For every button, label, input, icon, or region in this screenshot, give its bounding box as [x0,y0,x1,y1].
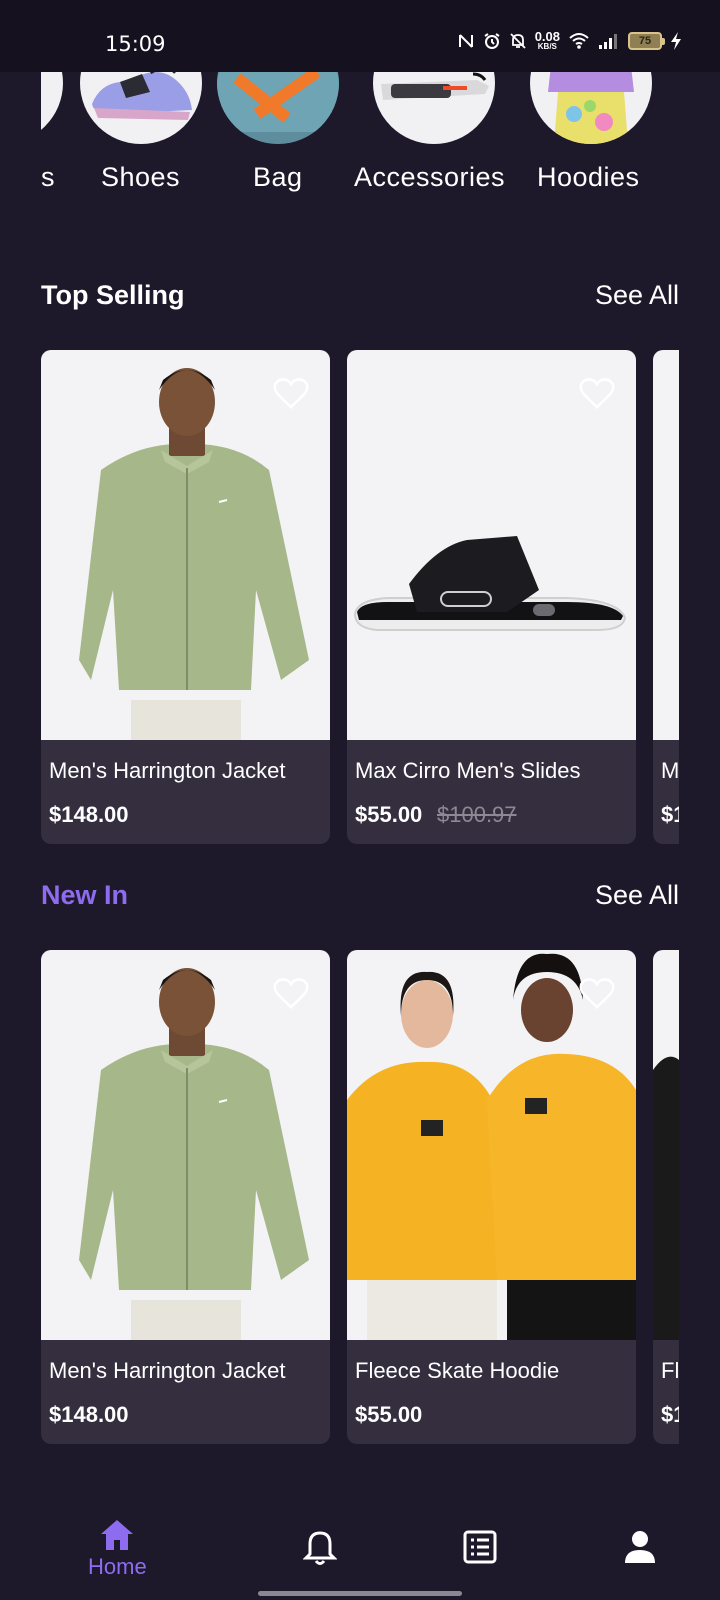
category-label: Shoes [101,162,181,192]
bell-icon [303,1531,337,1565]
product-card[interactable]: M $1 [653,350,679,844]
category-label: Accessories [354,162,506,192]
sunglasses-image [373,72,495,144]
network-speed: 0.08 KB/S [535,30,560,51]
top-selling-carousel[interactable]: Men's Harrington Jacket $148.00 Max Cirr… [41,350,679,845]
alarm-icon [484,32,500,49]
category-carousel[interactable]: s Shoes Bag Accessories Hoodies [41,72,720,212]
home-indicator[interactable] [258,1591,462,1596]
partial-category-image [41,72,63,144]
product-card[interactable]: Max Cirro Men's Slides $55.00 $100.97 [347,350,636,844]
product-image [653,950,679,1340]
category-label: Bag [253,162,303,192]
heart-icon[interactable] [272,374,310,412]
home-icon [101,1520,134,1550]
nfc-icon [458,33,473,48]
new-in-title: New In [41,880,129,910]
nav-notifications[interactable] [303,1530,337,1566]
product-name: Fl [661,1358,679,1383]
status-icons: 0.08 KB/S 75 [457,30,682,51]
new-in-see-all-button[interactable]: See All [595,880,679,911]
product-card[interactable]: Men's Harrington Jacket $148.00 [41,950,330,1444]
product-card[interactable]: Fl $1 [653,950,679,1444]
product-price: $1 [661,802,679,827]
status-bar: 15:09 0.08 KB/S 75 [0,0,720,72]
product-image [347,350,636,740]
product-name: M [661,758,679,783]
charging-icon [671,31,681,50]
heart-icon[interactable] [272,974,310,1012]
product-original-price: $100.97 [437,802,517,827]
product-price: $55.00 [355,1402,423,1427]
new-in-carousel[interactable]: Men's Harrington Jacket $148.00 Fleece S… [41,950,679,1445]
bottom-navigation: Home [0,1500,720,1600]
nav-home[interactable]: Home [88,1518,147,1580]
product-image [41,950,330,1340]
product-card[interactable]: Fleece Skate Hoodie $55.00 [347,950,636,1444]
product-name: Fleece Skate Hoodie [355,1358,560,1383]
product-price: $148.00 [49,1402,129,1427]
battery-level: 75 [638,34,652,47]
product-name: Men's Harrington Jacket [49,1358,286,1383]
wifi-icon [569,32,589,49]
product-image [653,350,679,740]
category-label: Hoodies [537,162,640,192]
top-selling-title: Top Selling [41,280,185,310]
product-price: $148.00 [49,802,129,827]
heart-icon[interactable] [578,374,616,412]
product-name: Max Cirro Men's Slides [355,758,581,783]
duffel-bag-image [217,72,339,144]
top-selling-see-all-button[interactable]: See All [595,280,679,311]
battery-icon: 75 [628,31,665,50]
status-time: 15:09 [105,32,166,56]
mute-icon [510,32,526,49]
product-price: $1 [661,1402,679,1427]
hoodie-image [530,72,652,144]
product-image [347,950,636,1340]
nav-home-label: Home [88,1554,147,1579]
product-card[interactable]: Men's Harrington Jacket $148.00 [41,350,330,844]
sneaker-image [80,72,202,144]
product-image [41,350,330,740]
nav-orders[interactable] [463,1530,497,1564]
signal-icon [599,33,617,49]
heart-icon[interactable] [578,974,616,1012]
profile-icon [625,1531,655,1563]
product-name: Men's Harrington Jacket [49,758,286,783]
network-speed-unit: KB/S [537,42,557,51]
orders-icon [463,1530,497,1564]
nav-profile[interactable] [624,1530,656,1564]
product-price: $55.00 [355,802,423,827]
category-label: s [41,162,55,192]
